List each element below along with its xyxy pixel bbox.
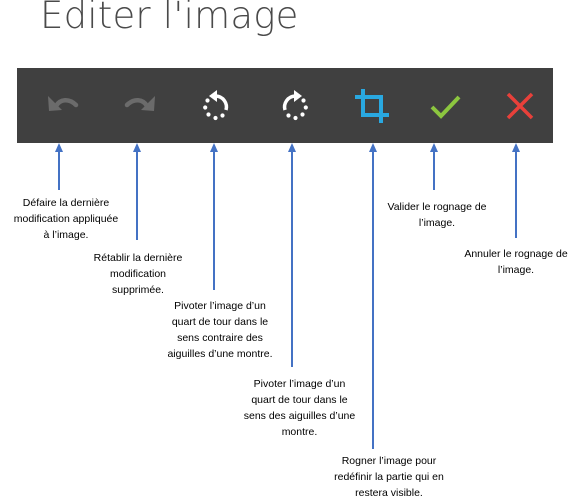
cancel-crop-button[interactable] xyxy=(500,86,540,126)
callout-undo: Défaire la dernière modification appliqu… xyxy=(13,197,119,241)
validate-crop-button[interactable] xyxy=(425,86,465,126)
callout-cancel: Annuler le rognage de l’image. xyxy=(464,248,568,276)
crop-icon xyxy=(355,89,389,123)
callout-crop: Rogner l’image pour redéfinir la partie … xyxy=(334,455,444,499)
image-editor-toolbar xyxy=(17,68,553,143)
checkmark-icon xyxy=(430,95,461,119)
rotate-right-button[interactable] xyxy=(274,86,314,126)
callout-validate: Valider le rognage de l’image. xyxy=(387,201,487,229)
undo-icon xyxy=(48,96,79,111)
redo-icon xyxy=(124,96,155,111)
arrowhead-rotate-right xyxy=(288,143,296,152)
callout-rotate-right: Pivoter l’image d’un quart de tour dans … xyxy=(243,378,356,438)
undo-button[interactable] xyxy=(43,86,83,126)
rotate-counterclockwise-icon xyxy=(203,90,229,121)
redo-button[interactable] xyxy=(120,86,160,126)
rotate-left-button[interactable] xyxy=(197,86,237,126)
callout-rotate-left: Pivoter l’image d’un quart de tour dans … xyxy=(167,300,273,360)
arrowhead-crop xyxy=(369,143,377,152)
arrowhead-cancel xyxy=(512,143,520,152)
page-title: Editer l'image xyxy=(40,0,299,37)
callout-redo: Rétablir la dernière modification suppri… xyxy=(93,252,183,296)
close-icon xyxy=(506,92,534,120)
crop-button[interactable] xyxy=(352,86,392,126)
rotate-clockwise-icon xyxy=(282,90,308,121)
arrowhead-redo xyxy=(133,143,141,152)
arrowhead-rotate-left xyxy=(210,143,218,152)
arrowhead-undo xyxy=(55,143,63,152)
arrowhead-validate xyxy=(430,143,438,152)
